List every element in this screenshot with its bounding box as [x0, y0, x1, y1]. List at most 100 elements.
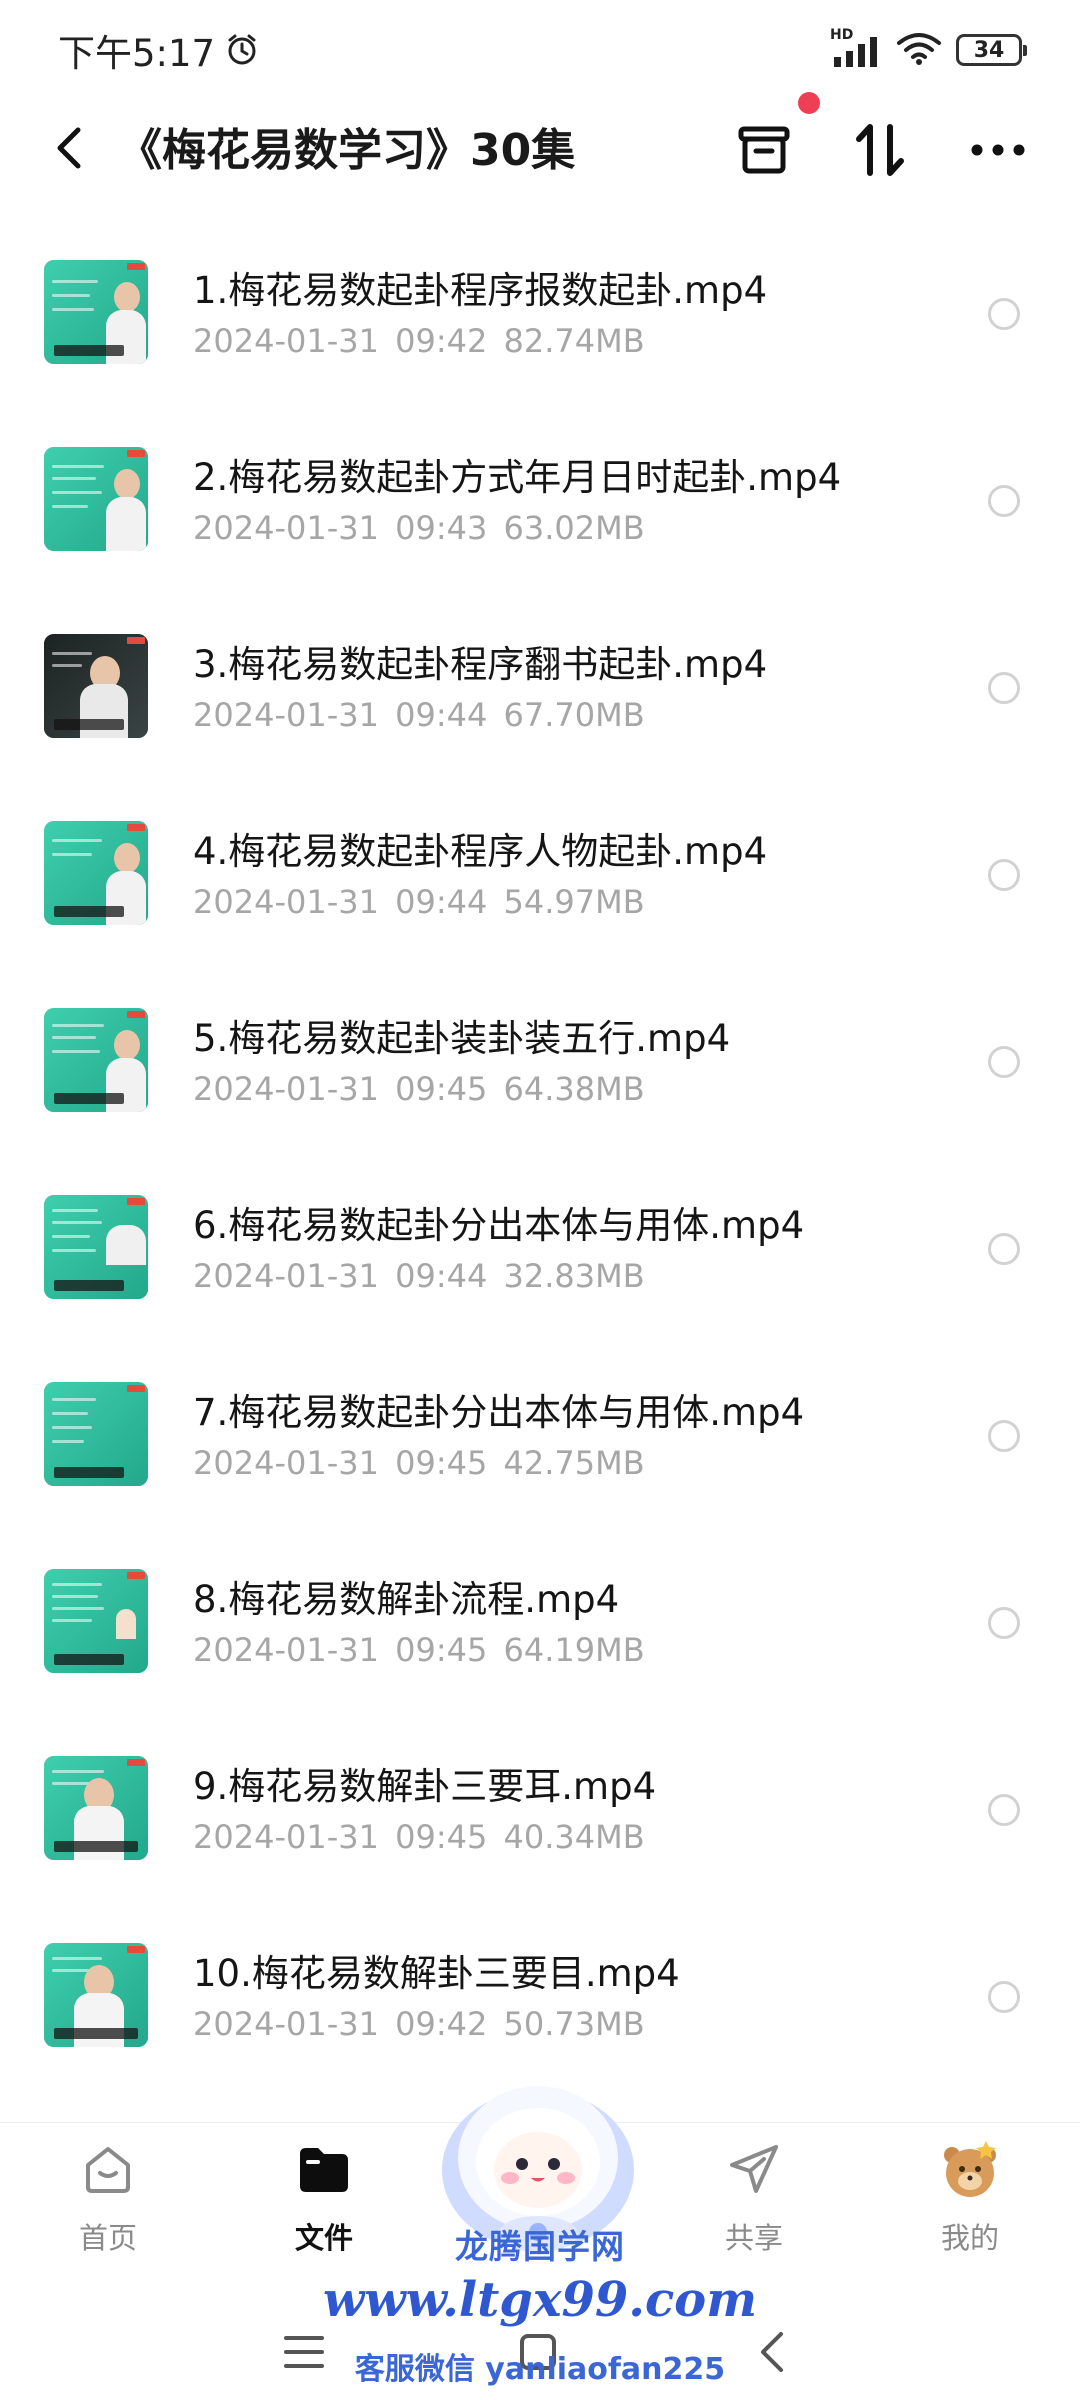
select-checkbox[interactable] — [988, 485, 1020, 517]
archive-button[interactable] — [732, 118, 796, 182]
file-time: 09:44 — [395, 1257, 488, 1295]
alarm-icon — [225, 33, 259, 67]
file-size: 82.74MB — [503, 322, 645, 360]
wifi-icon — [896, 31, 942, 69]
sort-button[interactable] — [848, 118, 912, 182]
file-date: 2024-01-31 — [193, 1257, 379, 1295]
select-checkbox[interactable] — [988, 1420, 1020, 1452]
video-thumbnail — [44, 634, 148, 738]
select-checkbox[interactable] — [988, 1981, 1020, 2013]
file-meta: 2024-01-31 09:42 82.74MB — [193, 322, 645, 360]
file-time: 09:45 — [395, 1631, 488, 1669]
file-date: 2024-01-31 — [193, 322, 379, 360]
file-name: 7.梅花易数起卦分出本体与用体.mp4 — [193, 1391, 805, 1434]
file-row[interactable]: 1.梅花易数起卦程序报数起卦.mp4 2024-01-31 09:42 82.7… — [0, 218, 1080, 405]
select-checkbox[interactable] — [988, 672, 1020, 704]
header: 《梅花易数学习》30集 — [0, 100, 1080, 196]
network-type: HD — [830, 27, 854, 43]
file-date: 2024-01-31 — [193, 1631, 379, 1669]
file-date: 2024-01-31 — [193, 1070, 379, 1108]
file-size: 40.34MB — [503, 1818, 645, 1856]
file-size: 63.02MB — [503, 509, 645, 547]
file-time: 09:44 — [395, 696, 488, 734]
file-name: 6.梅花易数起卦分出本体与用体.mp4 — [193, 1204, 805, 1247]
file-row[interactable]: 9.梅花易数解卦三要耳.mp4 2024-01-31 09:45 40.34MB — [0, 1714, 1080, 1901]
home-icon — [76, 2137, 140, 2201]
file-row[interactable]: 10.梅花易数解卦三要目.mp4 2024-01-31 09:42 50.73M… — [0, 1901, 1080, 2088]
sort-arrows-icon — [856, 124, 904, 176]
select-checkbox[interactable] — [988, 1233, 1020, 1265]
file-name: 2.梅花易数起卦方式年月日时起卦.mp4 — [193, 456, 842, 499]
file-meta: 2024-01-31 09:45 42.75MB — [193, 1444, 645, 1482]
select-checkbox[interactable] — [988, 1794, 1020, 1826]
watermark-wechat: 客服微信 yanliaofan225 — [354, 2352, 726, 2387]
file-date: 2024-01-31 — [193, 696, 379, 734]
more-button[interactable] — [966, 118, 1030, 182]
file-size: 54.97MB — [503, 883, 645, 921]
select-checkbox[interactable] — [988, 1607, 1020, 1639]
send-icon — [722, 2137, 786, 2201]
watermark-url: www.ltgx99.com — [323, 2272, 757, 2328]
notification-dot — [798, 92, 820, 114]
file-date: 2024-01-31 — [193, 509, 379, 547]
file-size: 64.38MB — [503, 1070, 645, 1108]
file-time: 09:42 — [395, 322, 488, 360]
video-thumbnail — [44, 1008, 148, 1112]
file-list: 1.梅花易数起卦程序报数起卦.mp4 2024-01-31 09:42 82.7… — [0, 218, 1080, 2088]
file-size: 50.73MB — [503, 2005, 645, 2043]
back-button[interactable] — [42, 120, 98, 176]
folder-icon — [292, 2137, 356, 2201]
watermark-brand: 龙腾国学网 — [455, 2227, 625, 2266]
signal-icon: HD — [830, 27, 882, 67]
video-thumbnail — [44, 1382, 148, 1486]
file-name: 10.梅花易数解卦三要目.mp4 — [193, 1952, 680, 1995]
status-time: 下午5:17 — [58, 32, 216, 75]
file-date: 2024-01-31 — [193, 1444, 379, 1482]
file-time: 09:44 — [395, 883, 488, 921]
file-row[interactable]: 8.梅花易数解卦流程.mp4 2024-01-31 09:45 64.19MB — [0, 1527, 1080, 1714]
file-meta: 2024-01-31 09:43 63.02MB — [193, 509, 645, 547]
file-date: 2024-01-31 — [193, 883, 379, 921]
file-row[interactable]: 6.梅花易数起卦分出本体与用体.mp4 2024-01-31 09:44 32.… — [0, 1153, 1080, 1340]
file-size: 67.70MB — [503, 696, 645, 734]
more-dots-icon — [971, 144, 1025, 156]
video-thumbnail — [44, 821, 148, 925]
select-checkbox[interactable] — [988, 298, 1020, 330]
file-meta: 2024-01-31 09:44 54.97MB — [193, 883, 645, 921]
file-row[interactable]: 3.梅花易数起卦程序翻书起卦.mp4 2024-01-31 09:44 67.7… — [0, 592, 1080, 779]
file-row[interactable]: 4.梅花易数起卦程序人物起卦.mp4 2024-01-31 09:44 54.9… — [0, 779, 1080, 966]
battery-icon: 34 — [956, 34, 1027, 66]
file-row[interactable]: 2.梅花易数起卦方式年月日时起卦.mp4 2024-01-31 09:43 63… — [0, 405, 1080, 592]
page-title: 《梅花易数学习》30集 — [118, 125, 576, 176]
file-row[interactable]: 5.梅花易数起卦装卦装五行.mp4 2024-01-31 09:45 64.38… — [0, 966, 1080, 1153]
file-time: 09:43 — [395, 509, 488, 547]
file-meta: 2024-01-31 09:45 64.38MB — [193, 1070, 645, 1108]
select-checkbox[interactable] — [988, 1046, 1020, 1078]
archive-box-icon — [738, 126, 790, 174]
file-name: 5.梅花易数起卦装卦装五行.mp4 — [193, 1017, 731, 1060]
select-checkbox[interactable] — [988, 859, 1020, 891]
video-thumbnail — [44, 1569, 148, 1673]
file-time: 09:45 — [395, 1444, 488, 1482]
video-thumbnail — [44, 1756, 148, 1860]
bear-avatar-icon — [938, 2137, 1002, 2201]
file-name: 3.梅花易数起卦程序翻书起卦.mp4 — [193, 643, 768, 686]
file-name: 1.梅花易数起卦程序报数起卦.mp4 — [193, 269, 768, 312]
file-time: 09:45 — [395, 1070, 488, 1108]
file-meta: 2024-01-31 09:45 64.19MB — [193, 1631, 645, 1669]
file-row[interactable]: 7.梅花易数起卦分出本体与用体.mp4 2024-01-31 09:45 42.… — [0, 1340, 1080, 1527]
file-date: 2024-01-31 — [193, 1818, 379, 1856]
video-thumbnail — [44, 1943, 148, 2047]
file-size: 64.19MB — [503, 1631, 645, 1669]
status-right: HD 34 — [830, 27, 1027, 69]
status-bar: 下午5:17 HD 34 — [0, 0, 1080, 100]
file-name: 9.梅花易数解卦三要耳.mp4 — [193, 1765, 657, 1808]
chevron-left-icon — [57, 127, 81, 169]
video-thumbnail — [44, 447, 148, 551]
file-meta: 2024-01-31 09:45 40.34MB — [193, 1818, 645, 1856]
video-thumbnail — [44, 1195, 148, 1299]
file-size: 32.83MB — [503, 1257, 645, 1295]
file-time: 09:45 — [395, 1818, 488, 1856]
file-meta: 2024-01-31 09:44 67.70MB — [193, 696, 645, 734]
file-name: 8.梅花易数解卦流程.mp4 — [193, 1578, 620, 1621]
